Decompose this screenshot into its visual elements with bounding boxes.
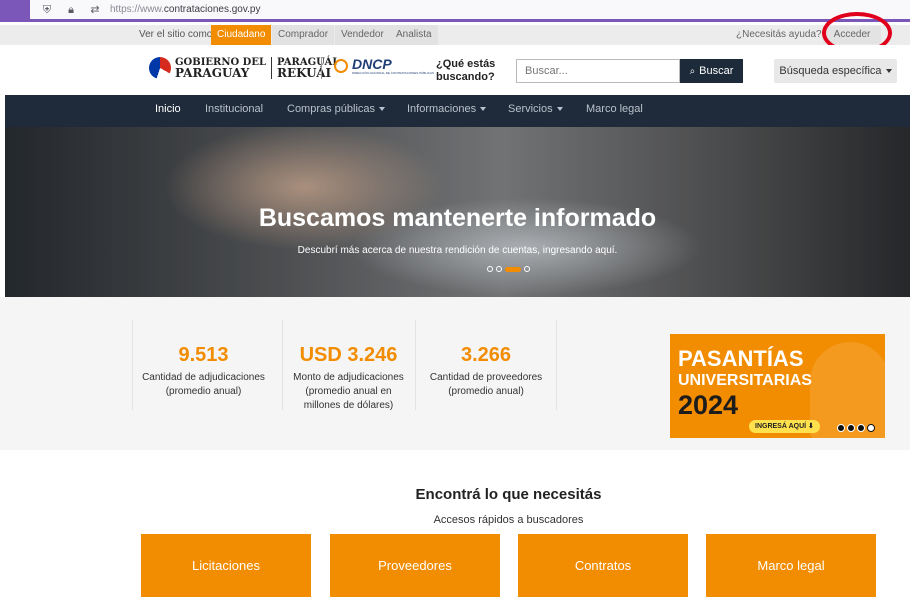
- dncp-logo[interactable]: DNCP DIRECCIÓN NACIONAL DE CONTRATACIONE…: [334, 57, 434, 75]
- stat-label: millones de dólares): [303, 400, 394, 411]
- permissions-icon[interactable]: ⇄: [88, 3, 102, 17]
- stats-divider: [556, 320, 557, 410]
- banner-carousel-indicators: [837, 424, 875, 432]
- hero-title: Buscamos mantenerte informado: [258, 204, 657, 232]
- banner-year: 2024: [678, 390, 739, 420]
- paraguay-flag-icon: [149, 57, 171, 79]
- carousel-dot[interactable]: [847, 424, 855, 432]
- quick-button-marco-legal[interactable]: Marco legal: [706, 534, 876, 597]
- government-logo[interactable]: GOBIERNO DEL PARAGUAY PARAGUÁI REKUÁI: [149, 57, 337, 79]
- header-divider: [321, 57, 322, 79]
- user-role-strip: Ver el sitio como: Ciudadano Comprador V…: [0, 25, 910, 45]
- dncp-logo-name: DNCP: [352, 56, 392, 72]
- stat-label: Monto de adjudicaciones: [293, 372, 404, 383]
- stat-label: (promedio anual): [448, 386, 524, 397]
- gov-logo-line2: PARAGUAY: [175, 66, 250, 80]
- url-text[interactable]: https://www.contrataciones.gov.py: [110, 4, 260, 15]
- logo-separator: [270, 57, 272, 79]
- search-button-label: Buscar: [699, 65, 734, 77]
- search-input[interactable]: [516, 59, 680, 83]
- nav-item-marco-legal[interactable]: Marco legal: [586, 95, 643, 127]
- role-ciudadano[interactable]: Ciudadano: [211, 25, 272, 45]
- role-analista[interactable]: Analista: [390, 25, 438, 45]
- help-link[interactable]: ¿Necesitás ayuda?: [736, 29, 822, 40]
- advanced-search-dropdown[interactable]: Búsqueda específica: [774, 59, 897, 83]
- quick-button-contratos[interactable]: Contratos: [518, 534, 688, 597]
- view-as-label: Ver el sitio como:: [139, 29, 216, 40]
- stat-value: USD 3.246: [299, 344, 398, 366]
- carousel-dot-active[interactable]: [505, 266, 521, 272]
- browser-url-bar[interactable]: ⛨ 🔒︎ ⇄ https://www.contrataciones.gov.py: [0, 0, 910, 22]
- stat-monto: USD 3.246 Monto de adjudicaciones (prome…: [282, 320, 414, 411]
- nav-item-institucional[interactable]: Institucional: [205, 95, 263, 127]
- search-prompt: ¿Qué estás buscando?: [436, 58, 496, 83]
- advanced-search-label: Búsqueda específica: [779, 65, 882, 77]
- hero-carousel[interactable]: Buscamos mantenerte informado Descubrí m…: [5, 127, 910, 297]
- dncp-logo-sub: DIRECCIÓN NACIONAL DE CONTRATACIONES PÚB…: [352, 71, 434, 75]
- stat-label: (promedio anual en: [305, 386, 392, 397]
- stat-label: (promedio anual): [165, 386, 242, 397]
- stat-label: Cantidad de adjudicaciones: [142, 372, 265, 383]
- carousel-dot[interactable]: [487, 266, 493, 272]
- role-comprador[interactable]: Comprador: [272, 25, 335, 45]
- shield-icon[interactable]: ⛨: [40, 3, 54, 17]
- banner-cta-button[interactable]: INGRESÁ AQUÍ ⬇: [749, 420, 820, 433]
- chevron-down-icon: [556, 107, 563, 112]
- dncp-logo-icon: [334, 59, 348, 73]
- stat-value: 9.513: [178, 344, 229, 366]
- carousel-dot[interactable]: [524, 266, 530, 272]
- section-title: Encontrá lo que necesitás: [415, 486, 602, 503]
- promo-banner[interactable]: PASANTÍAS UNIVERSITARIAS 2024 INGRESÁ AQ…: [670, 334, 885, 438]
- chevron-down-icon: [885, 69, 892, 73]
- section-subtitle: Accesos rápidos a buscadores: [433, 514, 584, 526]
- carousel-dot[interactable]: [496, 266, 502, 272]
- carousel-dot-active[interactable]: [857, 424, 865, 432]
- lock-icon[interactable]: 🔒︎: [64, 3, 78, 17]
- role-vendedor[interactable]: Vendedor: [335, 25, 390, 45]
- banner-line2: UNIVERSITARIAS: [678, 372, 812, 389]
- nav-item-servicios[interactable]: Servicios: [508, 95, 563, 127]
- gov-logo-line4: REKUÁI: [276, 66, 332, 80]
- stat-value: 3.266: [460, 344, 512, 366]
- stat-proveedores: 3.266 Cantidad de proveedores (promedio …: [415, 320, 556, 410]
- search-button[interactable]: ⌕ Buscar: [680, 59, 743, 83]
- hero-subtitle[interactable]: Descubrí más acerca de nuestra rendición…: [5, 245, 910, 256]
- search-icon: ⌕: [689, 65, 696, 77]
- hero-carousel-indicators: [487, 266, 530, 272]
- arrow-down-icon: ⬇: [808, 423, 814, 430]
- carousel-dot[interactable]: [867, 424, 875, 432]
- nav-item-informaciones[interactable]: Informaciones: [407, 95, 487, 127]
- nav-item-inicio[interactable]: Inicio: [155, 95, 181, 127]
- banner-line1: PASANTÍAS: [678, 346, 804, 371]
- chevron-down-icon: [379, 107, 386, 112]
- nav-item-compras-publicas[interactable]: Compras públicas: [287, 95, 386, 127]
- stat-adjudicaciones: 9.513 Cantidad de adjudicaciones (promed…: [132, 320, 274, 410]
- carousel-dot[interactable]: [837, 424, 845, 432]
- browser-sidebar-edge: [0, 0, 30, 21]
- quick-button-proveedores[interactable]: Proveedores: [330, 534, 500, 597]
- chevron-down-icon: [480, 107, 487, 112]
- quick-button-licitaciones[interactable]: Licitaciones: [141, 534, 311, 597]
- stat-label: Cantidad de proveedores: [429, 372, 543, 383]
- main-nav: Inicio Institucional Compras públicas In…: [5, 95, 910, 127]
